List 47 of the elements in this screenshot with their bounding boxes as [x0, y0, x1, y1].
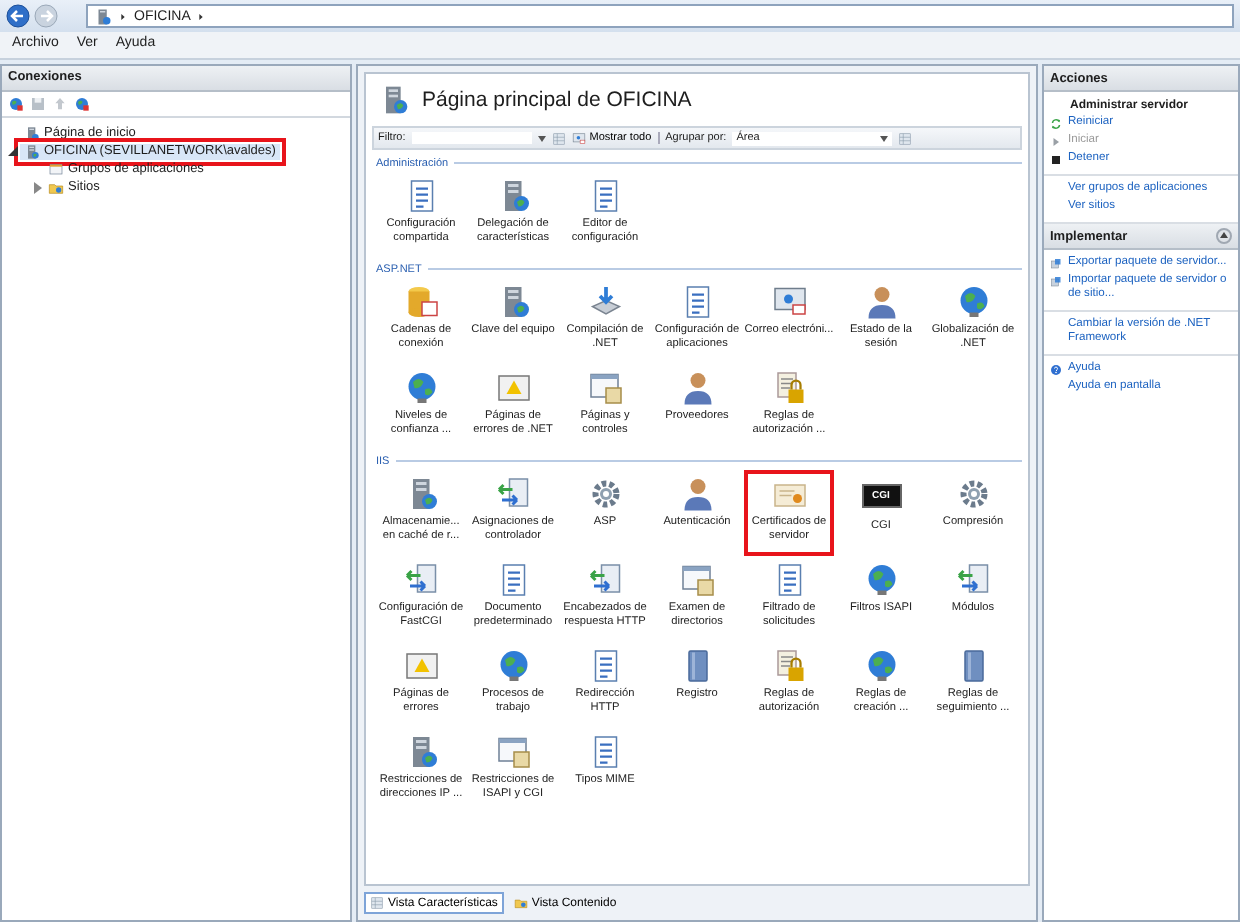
chevron-icon — [118, 11, 128, 21]
arrows-icon — [955, 562, 991, 598]
globe-icon — [863, 648, 899, 684]
lock-icon — [771, 370, 807, 406]
window-icon — [679, 562, 715, 598]
chevron-icon — [196, 11, 207, 21]
expander-icon[interactable] — [6, 144, 20, 158]
dropdown-arrow-icon[interactable] — [537, 135, 546, 141]
window-icon — [587, 370, 623, 406]
window-icon — [495, 734, 531, 770]
view-icon — [370, 896, 384, 910]
monitor-icon — [571, 131, 586, 145]
connect-icon[interactable] — [8, 96, 24, 112]
folder-icon — [513, 896, 528, 910]
server-icon — [94, 7, 112, 25]
warning-icon — [403, 648, 439, 684]
save-icon[interactable] — [30, 96, 46, 112]
arrows-icon — [587, 562, 623, 598]
download-icon — [587, 284, 623, 320]
warning-icon — [495, 370, 531, 406]
person-icon — [679, 476, 715, 512]
database-icon — [403, 284, 439, 320]
gear-icon — [587, 476, 623, 512]
arrows-icon — [403, 562, 439, 598]
view-icon[interactable] — [551, 131, 566, 145]
filter-field[interactable] — [411, 132, 532, 144]
lock-icon — [771, 648, 807, 684]
globe-icon — [495, 648, 531, 684]
globe-icon — [955, 284, 991, 320]
play-icon — [1050, 136, 1062, 148]
person-icon — [863, 284, 899, 320]
monitor-icon — [771, 284, 807, 320]
page-title: Página principal de OFICINA — [422, 88, 692, 112]
connect-icon[interactable] — [74, 96, 90, 112]
folder-icon — [48, 179, 64, 195]
refresh-icon — [1050, 118, 1062, 130]
arrows-icon — [495, 476, 531, 512]
globe-icon — [403, 370, 439, 406]
gear-icon — [955, 476, 991, 512]
view-icon[interactable] — [898, 131, 913, 145]
window-icon — [48, 161, 64, 177]
collapse-button[interactable] — [1216, 228, 1232, 244]
stop-icon — [1050, 154, 1062, 166]
person-icon — [679, 370, 715, 406]
help-icon — [1050, 364, 1062, 376]
globe-icon — [863, 562, 899, 598]
back-icon[interactable] — [6, 4, 30, 28]
